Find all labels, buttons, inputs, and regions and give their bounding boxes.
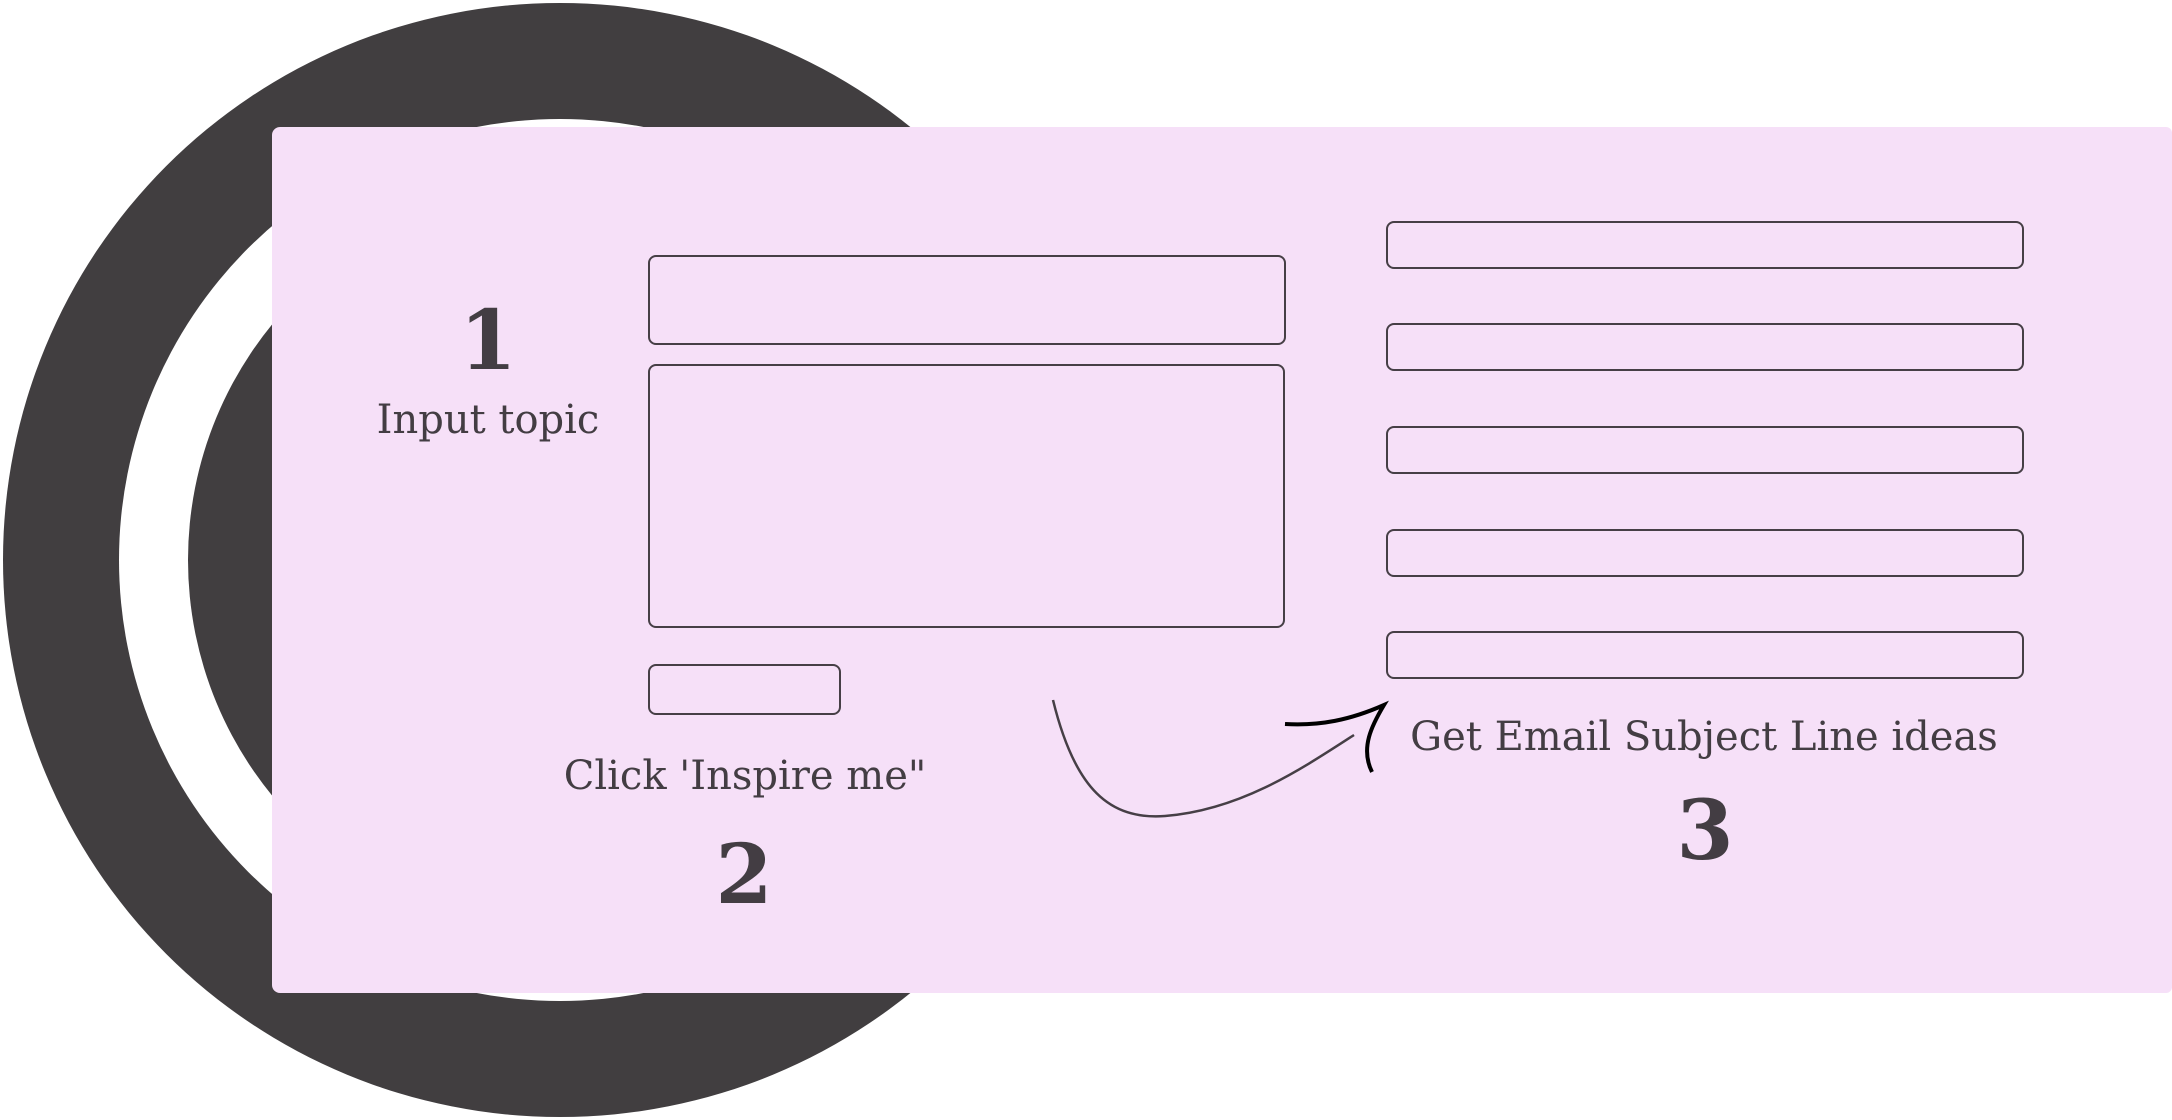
step-2-number: 2 — [715, 827, 773, 923]
step-1-number: 1 — [459, 293, 517, 389]
step-2-label: Click 'Inspire me" — [563, 753, 927, 799]
step-3-label: Get Email Subject Line ideas — [1410, 714, 1998, 760]
result-line-3[interactable] — [1386, 426, 2024, 474]
result-line-2[interactable] — [1386, 323, 2024, 371]
step-3-number: 3 — [1676, 783, 1734, 879]
result-line-5[interactable] — [1386, 631, 2024, 679]
result-line-4[interactable] — [1386, 529, 2024, 577]
result-line-1[interactable] — [1386, 221, 2024, 269]
details-textarea[interactable] — [648, 364, 1285, 628]
topic-input-field[interactable] — [648, 255, 1286, 345]
inspire-me-button[interactable] — [648, 664, 841, 715]
step-1-label: Input topic — [376, 397, 600, 443]
